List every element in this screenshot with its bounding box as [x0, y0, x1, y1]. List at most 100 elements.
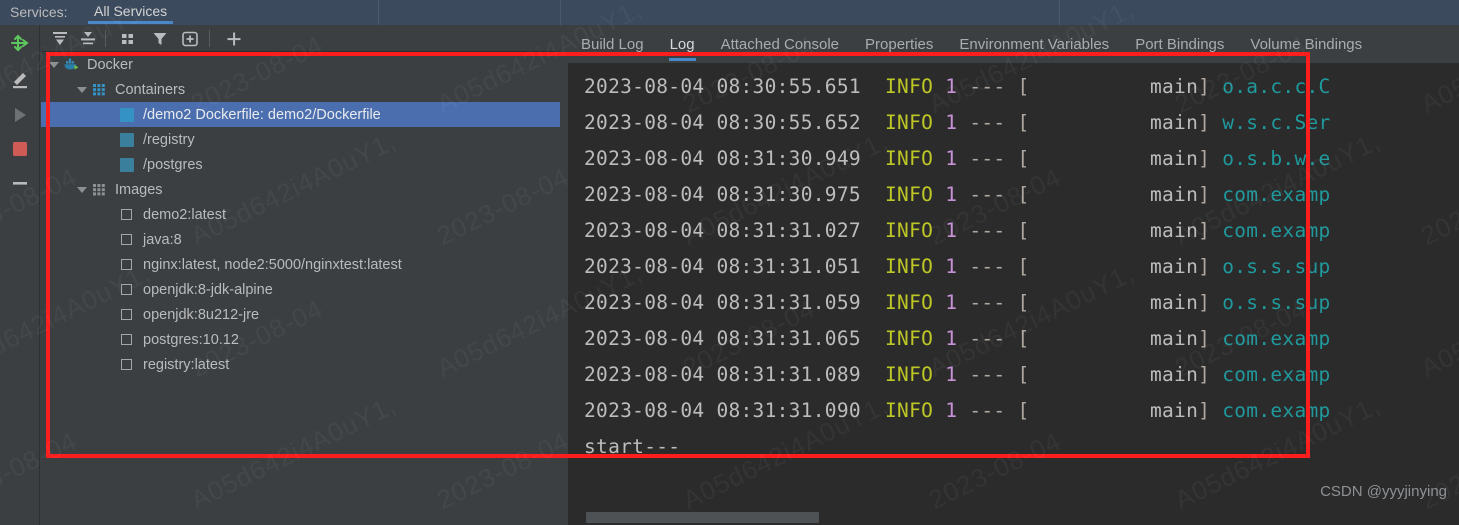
log-line: 2023-08-04 08:30:55.651 INFO 1 --- [ mai…	[568, 69, 1459, 105]
log-line: 2023-08-04 08:31:31.059 INFO 1 --- [ mai…	[568, 285, 1459, 321]
log-gap	[933, 399, 945, 422]
tab-label: Environment Variables	[959, 36, 1110, 53]
log-separator-dashes: ---	[969, 147, 1006, 170]
tab-volume-bindings[interactable]: Volume Bindings	[1237, 25, 1375, 63]
log-timestamp: 2023-08-04 08:31:31.059	[584, 291, 861, 314]
services-tree[interactable]: Docker Containers/demo2 Dockerfile: demo2…	[41, 52, 560, 525]
log-gap	[861, 363, 885, 386]
log-gap	[1005, 327, 1017, 350]
log-line: 2023-08-04 08:31:30.949 INFO 1 --- [ mai…	[568, 141, 1459, 177]
log-gap	[933, 291, 945, 314]
log-gap	[933, 111, 945, 134]
log-gap	[957, 363, 969, 386]
stop-square-icon[interactable]	[8, 137, 32, 161]
log-level: INFO	[885, 219, 934, 242]
log-pid: 1	[945, 291, 958, 314]
chevron-down-icon[interactable]	[75, 83, 89, 97]
tree-row[interactable]: demo2:latest	[41, 202, 560, 227]
log-gap	[957, 75, 969, 98]
tab-properties[interactable]: Properties	[852, 25, 946, 63]
tree-row[interactable]: /postgres	[41, 152, 560, 177]
log-logger: com.examp	[1222, 327, 1331, 350]
tree-row-label: postgres:10.12	[143, 331, 239, 348]
tree-row-label: java:8	[143, 231, 182, 248]
log-pid: 1	[945, 363, 958, 386]
tab-build-log[interactable]: Build Log	[568, 25, 657, 63]
images-grid-icon	[91, 181, 108, 198]
panel-splitter[interactable]	[560, 25, 568, 525]
log-logger: o.s.s.sup	[1222, 255, 1331, 278]
tab-port-bindings[interactable]: Port Bindings	[1122, 25, 1237, 63]
log-bracket-close: ]	[1198, 399, 1211, 422]
tree-row[interactable]: java:8	[41, 227, 560, 252]
tree-row-label: openjdk:8u212-jre	[143, 306, 260, 323]
edit-pencil-icon[interactable]	[8, 67, 32, 91]
details-tab-strip[interactable]: Build Log Log Attached Console Properties En…	[568, 25, 1459, 63]
log-bracket-close: ]	[1198, 75, 1211, 98]
log-timestamp: 2023-08-04 08:31:30.975	[584, 183, 861, 206]
log-horizontal-scrollbar[interactable]	[568, 509, 1459, 525]
expand-all-button[interactable]	[49, 28, 71, 49]
log-gap	[1005, 363, 1017, 386]
tab-attached-console[interactable]: Attached Console	[708, 25, 852, 63]
group-by-button[interactable]	[117, 28, 139, 49]
chevron-down-icon[interactable]	[75, 183, 89, 197]
tree-row-label: demo2:latest	[143, 206, 227, 223]
log-gap	[1005, 147, 1017, 170]
log-line: 2023-08-04 08:31:31.051 INFO 1 --- [ mai…	[568, 249, 1459, 285]
tree-row[interactable]: Docker	[41, 52, 560, 77]
log-gap	[1210, 183, 1222, 206]
tree-row-label: /postgres	[143, 156, 203, 173]
log-thread: main	[1029, 399, 1199, 422]
log-bracket-close: ]	[1198, 147, 1211, 170]
log-gap	[1005, 111, 1017, 134]
filter-button[interactable]	[149, 28, 171, 49]
tree-row[interactable]: /demo2 Dockerfile: demo2/Dockerfile	[41, 102, 560, 127]
tab-log[interactable]: Log	[657, 25, 708, 63]
log-horizontal-scrollbar-thumb[interactable]	[586, 512, 819, 523]
header-separator-1	[378, 0, 379, 25]
log-line: 2023-08-04 08:31:31.089 INFO 1 --- [ mai…	[568, 357, 1459, 393]
collapse-all-button[interactable]	[77, 28, 99, 49]
log-output-view[interactable]: 2023-08-04 08:30:55.651 INFO 1 --- [ mai…	[568, 63, 1459, 525]
add-button[interactable]	[223, 28, 245, 49]
log-pid: 1	[945, 219, 958, 242]
tree-row[interactable]: postgres:10.12	[41, 327, 560, 352]
tree-row[interactable]: registry:latest	[41, 352, 560, 377]
tree-row-label: Images	[115, 181, 163, 198]
add-filter-button[interactable]	[179, 28, 201, 49]
log-thread: main	[1029, 111, 1199, 134]
log-bracket-close: ]	[1198, 183, 1211, 206]
tree-row[interactable]: openjdk:8-jdk-alpine	[41, 277, 560, 302]
log-pid: 1	[945, 183, 958, 206]
log-line: 2023-08-04 08:30:55.652 INFO 1 --- [ mai…	[568, 105, 1459, 141]
container-square-icon	[119, 106, 136, 123]
log-timestamp: 2023-08-04 08:31:31.027	[584, 219, 861, 242]
tree-row[interactable]: Images	[41, 177, 560, 202]
header-separator-3	[1059, 0, 1060, 25]
tree-row[interactable]: nginx:latest, node2:5000/nginxtest:lates…	[41, 252, 560, 277]
tab-active-underline	[668, 58, 696, 61]
tree-row[interactable]: /registry	[41, 127, 560, 152]
log-gap	[861, 75, 885, 98]
log-bracket-open: [	[1017, 327, 1030, 350]
log-level: INFO	[885, 327, 934, 350]
tree-twisty-spacer	[103, 158, 117, 172]
tree-row[interactable]: Containers	[41, 77, 560, 102]
run-play-icon[interactable]	[8, 103, 32, 127]
tree-row[interactable]: openjdk:8u212-jre	[41, 302, 560, 327]
log-logger: o.s.b.w.e	[1222, 147, 1331, 170]
chevron-down-icon[interactable]	[47, 58, 61, 72]
tab-all-services[interactable]: All Services	[88, 3, 174, 24]
log-thread: main	[1029, 147, 1199, 170]
connect-icon[interactable]	[8, 31, 32, 55]
minus-icon[interactable]	[8, 171, 32, 195]
image-square-icon	[119, 231, 136, 248]
log-bracket-close: ]	[1198, 363, 1211, 386]
log-gap	[1210, 291, 1222, 314]
tree-twisty-spacer	[103, 133, 117, 147]
log-line: 2023-08-04 08:31:31.090 INFO 1 --- [ mai…	[568, 393, 1459, 429]
tab-environment-variables[interactable]: Environment Variables	[946, 25, 1122, 63]
tab-active-underline	[88, 21, 174, 24]
container-square-icon	[119, 156, 136, 173]
